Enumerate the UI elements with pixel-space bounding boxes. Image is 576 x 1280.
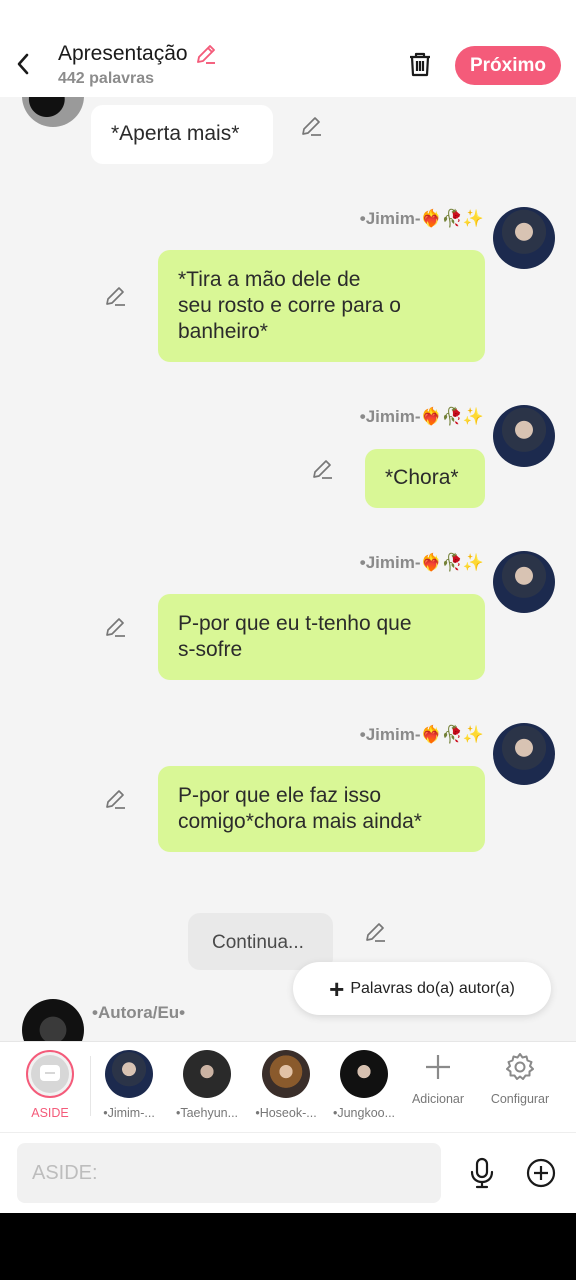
trash-icon	[410, 52, 430, 77]
avatar	[26, 1050, 74, 1098]
message-bubble[interactable]: P-por que ele faz isso comigo*chora mais…	[158, 766, 485, 852]
gear-icon	[506, 1053, 534, 1080]
avatar	[183, 1050, 231, 1098]
page-title: Apresentação	[58, 42, 188, 65]
character-aside[interactable]: ASIDE	[10, 1050, 90, 1120]
back-arrow-icon	[17, 53, 29, 75]
settings-button[interactable]: Configurar	[480, 1052, 560, 1106]
message-bubble[interactable]: P-por que eu t-tenho que s-sofre	[158, 594, 485, 680]
avatar[interactable]	[22, 999, 84, 1041]
add-circle-icon	[526, 1158, 556, 1188]
author-name: •Jimim-❤️‍🔥🥀✨	[359, 725, 484, 744]
author-words-button[interactable]: + Palavras do(a) autor(a)	[293, 962, 551, 1015]
author-name: •Jimim-❤️‍🔥🥀✨	[359, 407, 484, 426]
edit-icon[interactable]	[310, 457, 334, 481]
author-name: •Jimim-❤️‍🔥🥀✨	[359, 553, 484, 572]
author-name: •Jimim-❤️‍🔥🥀✨	[359, 209, 484, 228]
character-jungkook[interactable]: •Jungkoo...	[324, 1050, 404, 1120]
message-bubble[interactable]: *Tira a mão dele de seu rosto e corre pa…	[158, 250, 485, 362]
system-nav-bar	[0, 1213, 576, 1280]
plus-icon	[426, 1055, 450, 1079]
aside-bubble[interactable]: Continua...	[188, 913, 333, 970]
chat-area[interactable]: *Aperta mais* •Jimim-❤️‍🔥🥀✨ *Tira a mão …	[0, 97, 576, 1041]
add-character-button[interactable]: Adicionar	[398, 1052, 478, 1106]
delete-button[interactable]	[402, 46, 438, 82]
character-label: ASIDE	[31, 1106, 69, 1120]
edit-icon[interactable]	[363, 920, 387, 944]
character-label: •Taehyun...	[175, 1106, 239, 1120]
pencil-icon	[196, 45, 215, 64]
avatar[interactable]	[493, 723, 555, 785]
edit-icon[interactable]	[103, 787, 127, 811]
avatar	[262, 1050, 310, 1098]
character-label: •Hoseok-...	[255, 1106, 317, 1120]
character-hoseok[interactable]: •Hoseok-...	[246, 1050, 326, 1120]
edit-icon[interactable]	[103, 615, 127, 639]
author-name: •Autora/Eu•	[92, 1003, 186, 1022]
add-label: Adicionar	[411, 1092, 465, 1106]
edit-icon[interactable]	[103, 284, 127, 308]
input-bar	[0, 1132, 576, 1213]
top-bar: Apresentação 442 palavras Próximo	[0, 0, 576, 97]
edit-title-button[interactable]	[194, 42, 218, 66]
avatar[interactable]	[22, 97, 84, 127]
word-count: 442 palavras	[58, 70, 155, 87]
chat-bubble-icon	[40, 1065, 60, 1081]
microphone-icon	[470, 1157, 494, 1189]
character-label: •Jimim-...	[103, 1106, 155, 1120]
avatar[interactable]	[493, 551, 555, 613]
edit-icon[interactable]	[299, 114, 323, 138]
plus-icon: +	[329, 973, 345, 1004]
back-button[interactable]	[8, 46, 38, 82]
character-jimim[interactable]: •Jimim-...	[89, 1050, 169, 1120]
message-input[interactable]	[17, 1143, 441, 1203]
character-taehyun[interactable]: •Taehyun...	[167, 1050, 247, 1120]
avatar	[340, 1050, 388, 1098]
avatar	[105, 1050, 153, 1098]
next-button[interactable]: Próximo	[455, 46, 561, 85]
voice-button[interactable]	[464, 1155, 500, 1191]
title-block: Apresentação 442 palavras	[58, 42, 218, 88]
message-bubble[interactable]: *Aperta mais*	[91, 105, 273, 164]
character-bar: ASIDE •Jimim-... •Taehyun... •Hoseok-...…	[0, 1041, 576, 1132]
message-bubble[interactable]: *Chora*	[365, 449, 485, 508]
settings-label: Configurar	[490, 1092, 550, 1106]
avatar[interactable]	[493, 405, 555, 467]
author-words-label: Palavras do(a) autor(a)	[350, 979, 515, 997]
attach-button[interactable]	[523, 1155, 559, 1191]
avatar[interactable]	[493, 207, 555, 269]
character-label: •Jungkoo...	[332, 1106, 396, 1120]
